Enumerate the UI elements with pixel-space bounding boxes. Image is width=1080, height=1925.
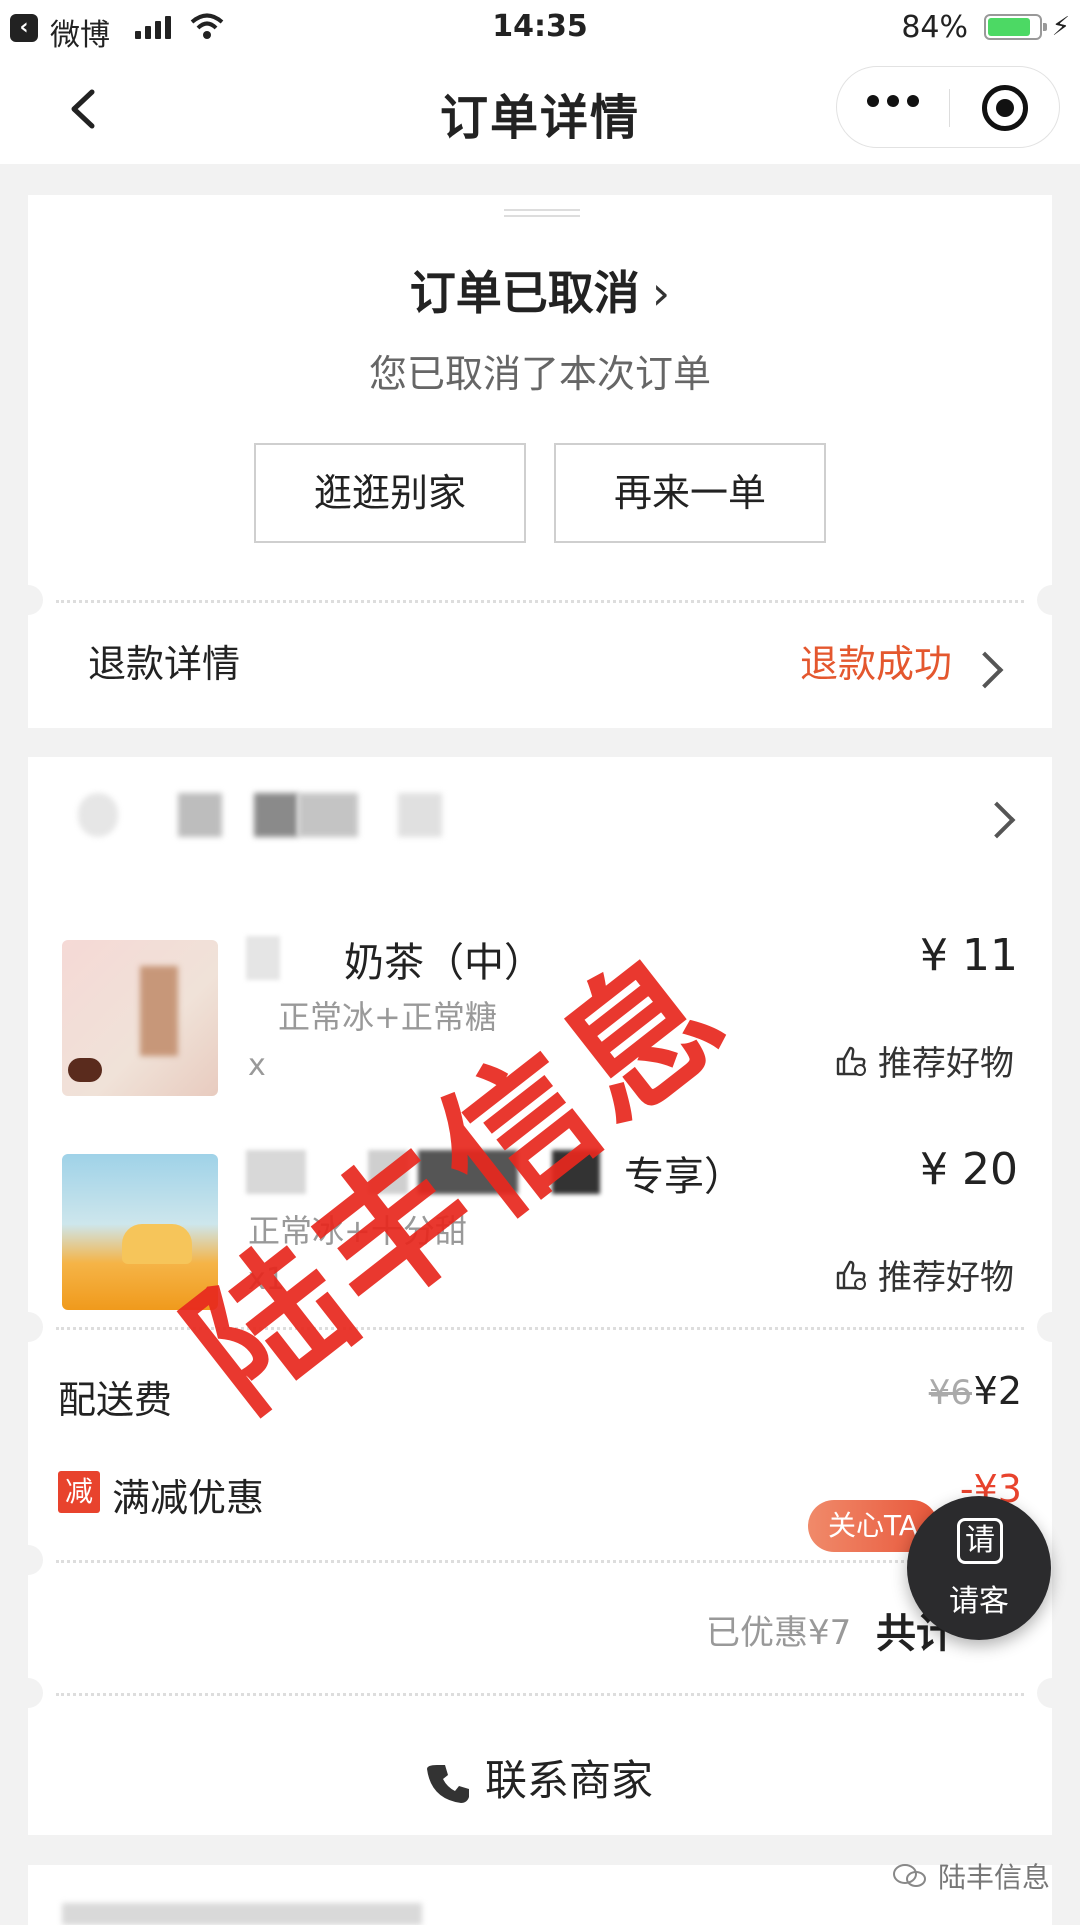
recommend-label: 推荐好物 — [878, 1044, 1014, 1084]
wechat-account-watermark: 陆丰信息 — [892, 1856, 1050, 1896]
ticket-notch — [13, 585, 43, 615]
delivery-fee-original: ¥6 — [928, 1373, 972, 1413]
mini-program-capsule — [836, 66, 1060, 148]
order-status-card: 订单已取消 › 您已取消了本次订单 逛逛别家 再来一单 退款详情 退款成功 — [13, 195, 1067, 728]
order-status-title[interactable]: 订单已取消 › — [28, 257, 1052, 323]
drag-handle[interactable] — [504, 209, 580, 217]
ticket-notch — [13, 1545, 43, 1575]
blurred-text — [246, 936, 280, 980]
divider — [56, 1560, 1024, 1563]
recommend-label: 推荐好物 — [878, 1258, 1014, 1298]
phone-icon — [426, 1764, 469, 1803]
close-mini-program-icon[interactable] — [982, 85, 1028, 131]
saved-amount: 已优惠¥7 — [706, 1613, 852, 1653]
wechat-icon — [892, 1864, 926, 1887]
shop-name-blurred[interactable] — [58, 785, 538, 845]
item-quantity: x — [248, 1048, 266, 1083]
more-options-icon[interactable] — [867, 95, 919, 107]
ticket-notch — [13, 1312, 43, 1342]
browse-other-shops-button[interactable]: 逛逛别家 — [254, 443, 526, 543]
item-price: ¥ 11 — [920, 930, 1018, 981]
treat-label: 请客 — [949, 1584, 1009, 1619]
order-status-text: 订单已取消 — [409, 266, 640, 320]
treat-icon: 请 — [957, 1518, 1003, 1564]
divider — [56, 600, 1024, 603]
product-image[interactable] — [62, 940, 218, 1096]
item-name: 奶茶（中） — [344, 940, 544, 986]
chevron-right-icon[interactable] — [966, 651, 1004, 689]
thumbs-up-icon — [836, 1046, 866, 1076]
recommend-button[interactable]: 推荐好物 — [834, 1036, 1014, 1085]
treat-button[interactable]: 请 请客 — [907, 1496, 1051, 1640]
recommend-button[interactable]: 推荐好物 — [834, 1250, 1014, 1299]
item-price: ¥ 20 — [920, 1144, 1018, 1195]
contact-merchant-label: 联系商家 — [484, 1756, 653, 1805]
nav-bar: 订单详情 — [0, 56, 1080, 164]
refund-status[interactable]: 退款成功 — [800, 633, 952, 688]
thumbs-up-icon — [836, 1260, 866, 1290]
wechat-account-name: 陆丰信息 — [937, 1861, 1050, 1894]
ticket-notch — [1037, 585, 1067, 615]
order-status-subtitle: 您已取消了本次订单 — [368, 352, 711, 396]
ticket-notch — [1037, 1312, 1067, 1342]
battery-icon — [984, 14, 1047, 40]
shop-chevron-right-icon[interactable] — [978, 801, 1016, 839]
charging-icon: ⚡ — [1051, 12, 1070, 42]
discount-tag: 减 — [58, 1471, 100, 1513]
divider — [56, 1693, 1024, 1696]
blurred-text — [62, 1903, 422, 1925]
refund-details-label[interactable]: 退款详情 — [88, 633, 240, 688]
order-items-card: 奶茶（中） 正常冰+正常糖 x ¥ 11 推荐好物 专享） 正常冰+十分甜 x1… — [13, 757, 1067, 1835]
capsule-divider — [949, 89, 950, 127]
discount-label: 满减优惠 — [112, 1476, 265, 1520]
contact-merchant-button[interactable]: 联系商家 — [28, 1747, 1052, 1808]
status-bar: ‹ 微博 14:35 84% ⚡ — [0, 0, 1080, 56]
delivery-fee-value: ¥2 — [973, 1369, 1022, 1413]
ticket-notch — [1037, 1678, 1067, 1708]
reorder-button[interactable]: 再来一单 — [554, 443, 826, 543]
battery-percent: 84% — [901, 10, 968, 45]
delivery-fee-label: 配送费 — [58, 1378, 173, 1422]
chevron-right-icon: › — [651, 266, 671, 320]
ticket-notch — [13, 1678, 43, 1708]
